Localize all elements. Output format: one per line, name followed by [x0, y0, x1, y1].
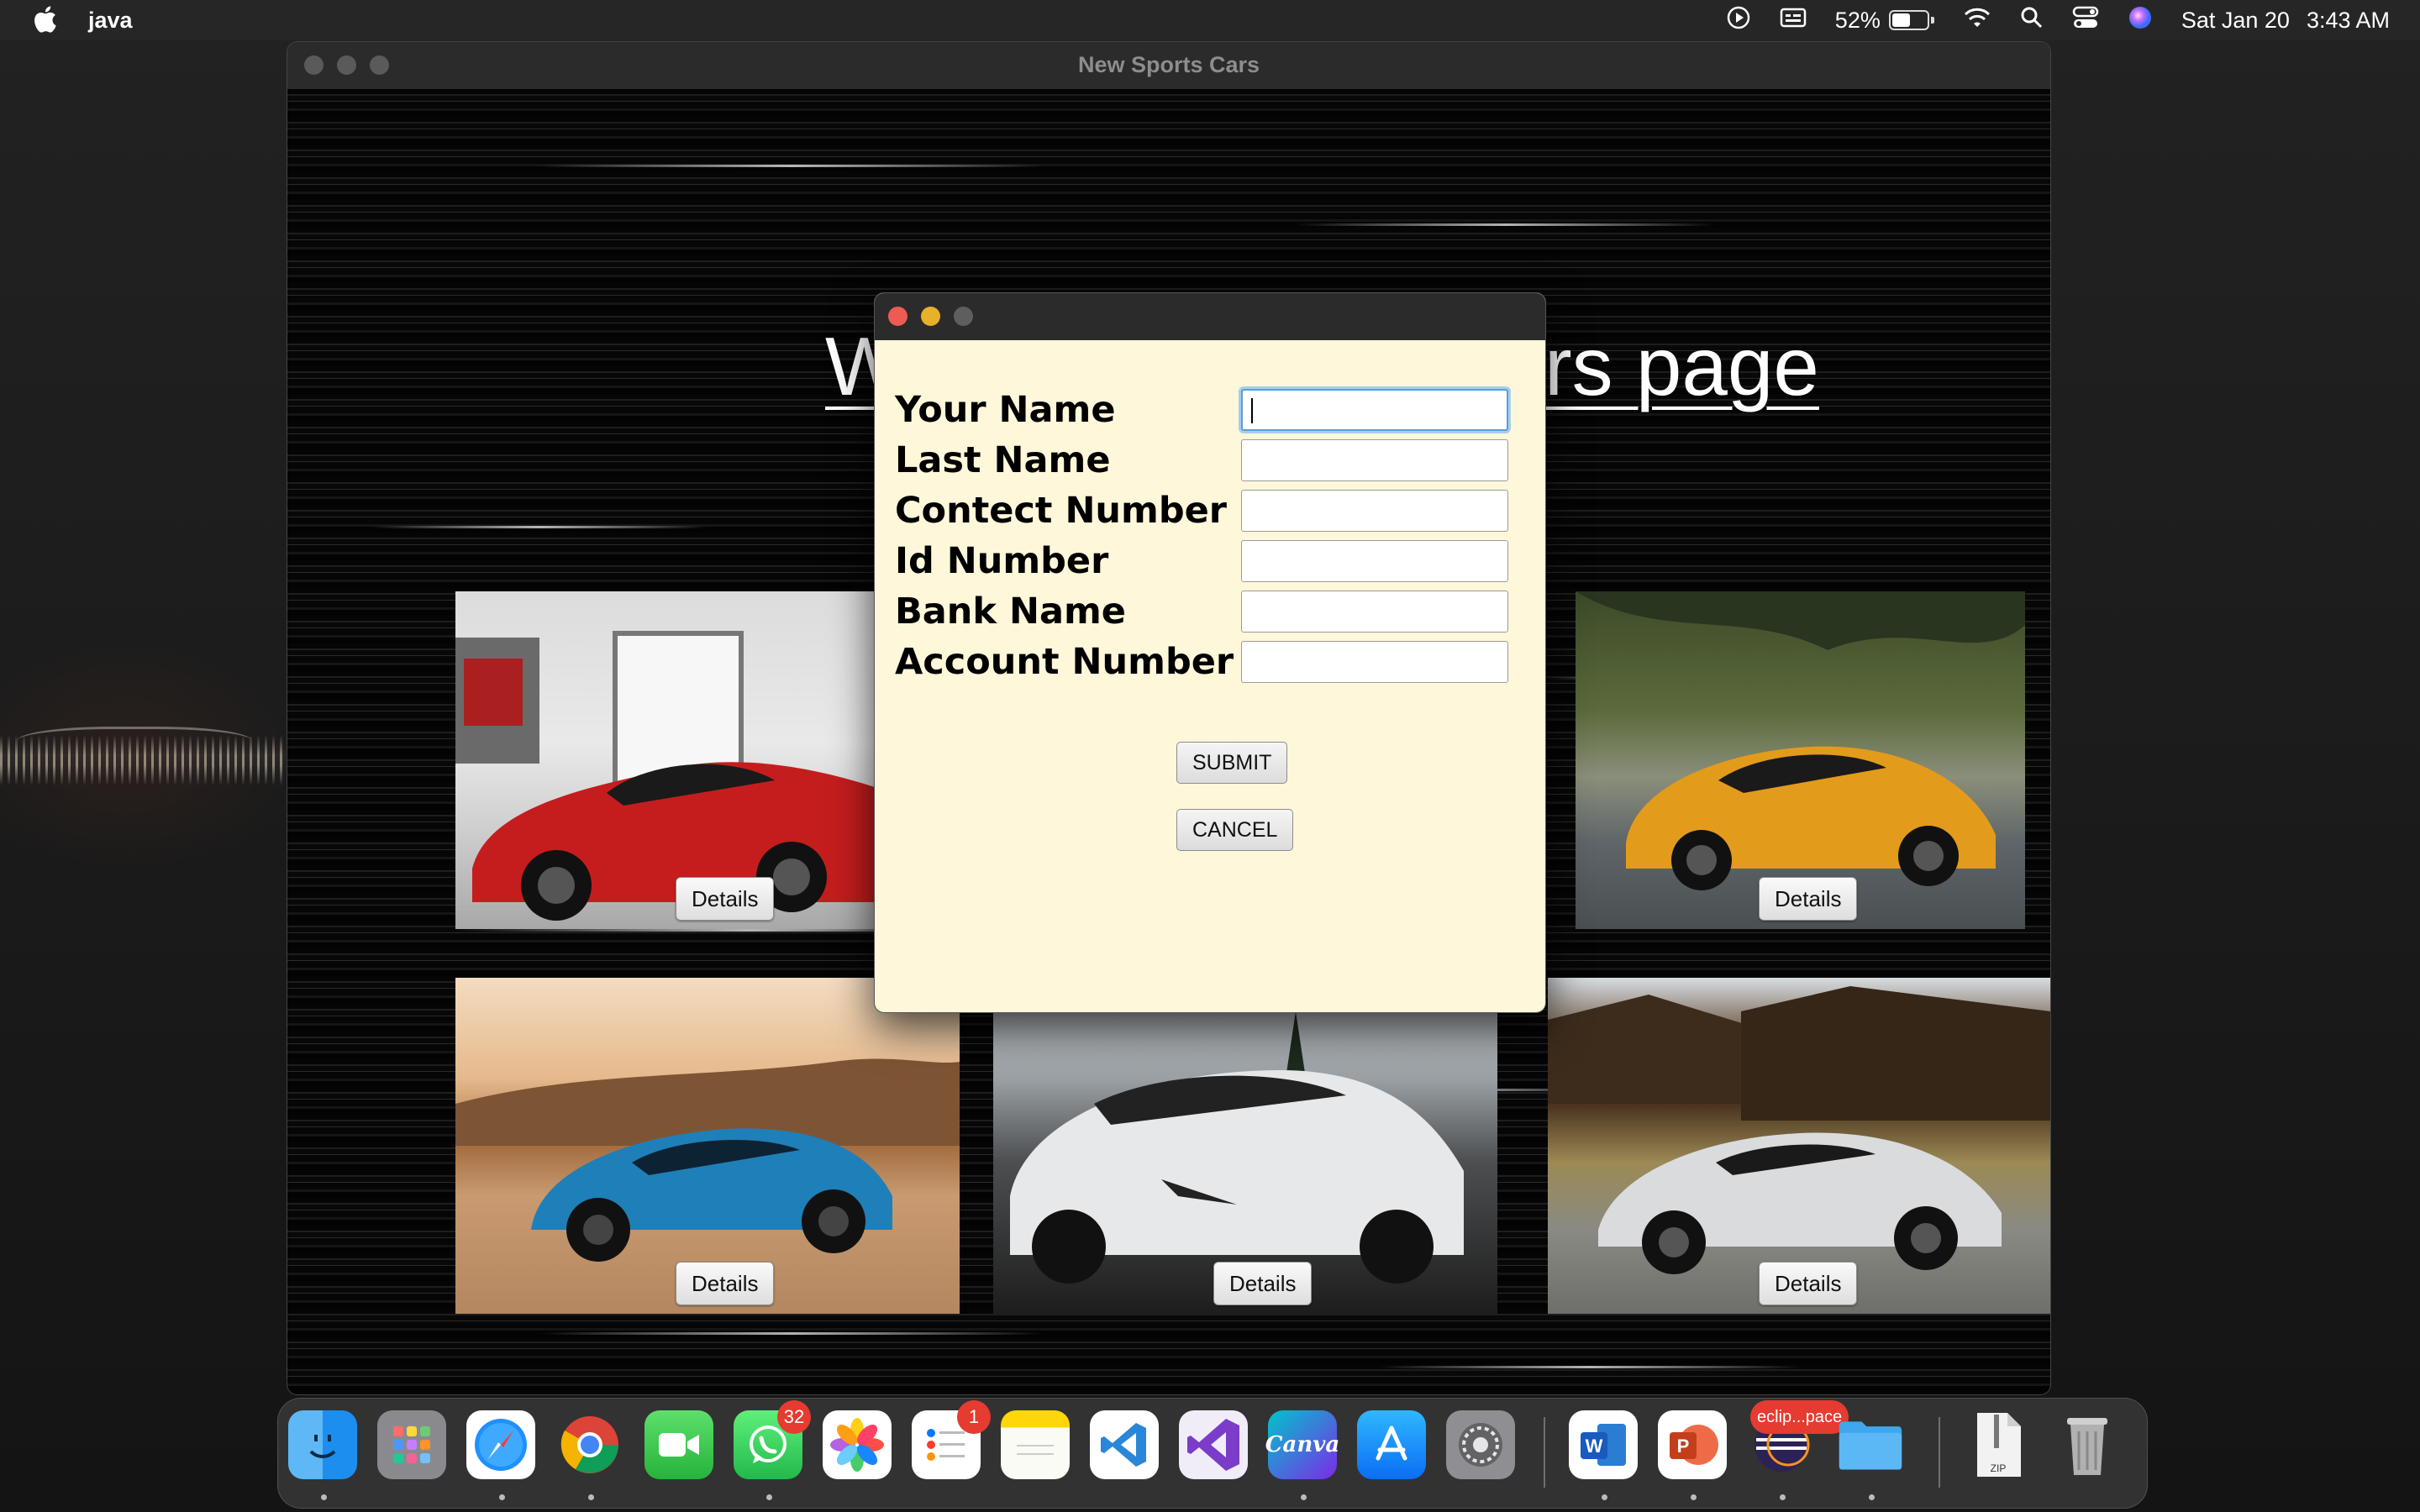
search-icon[interactable] — [2020, 6, 2044, 35]
contact-number-label: Contect Number — [895, 490, 1227, 532]
car-card-white: Details — [993, 978, 1497, 1314]
battery-level — [1891, 13, 1910, 27]
last-name-input[interactable] — [1241, 439, 1508, 481]
dock: 32 1 Canva W P eclip...pace ZIP — [277, 1398, 2148, 1509]
form-row-account-number: Account Number — [895, 641, 1508, 683]
form-row-contact-number: Contect Number — [895, 490, 1508, 532]
chrome-icon[interactable] — [555, 1410, 624, 1479]
vscode-icon[interactable] — [1090, 1410, 1159, 1479]
battery-percent: 52% — [1834, 7, 1881, 33]
powerpoint-icon[interactable]: P — [1658, 1410, 1727, 1479]
safari-icon[interactable] — [466, 1410, 535, 1479]
text-caret — [1251, 398, 1253, 423]
id-number-input[interactable] — [1241, 540, 1508, 582]
bank-name-label: Bank Name — [895, 591, 1126, 633]
reminders-badge: 1 — [957, 1400, 991, 1434]
finder-icon[interactable] — [288, 1410, 357, 1479]
id-number-label: Id Number — [895, 540, 1109, 582]
account-number-input[interactable] — [1241, 641, 1508, 683]
svg-text:W: W — [1586, 1436, 1603, 1457]
play-circle-icon[interactable] — [1726, 5, 1751, 36]
contact-number-input[interactable] — [1241, 490, 1508, 532]
city-lights — [0, 735, 286, 785]
cancel-button[interactable]: CANCEL — [1176, 809, 1294, 851]
bank-name-input[interactable] — [1241, 591, 1508, 633]
dialog-close-button[interactable] — [888, 307, 908, 326]
trash-icon[interactable] — [2053, 1410, 2122, 1479]
launchpad-icon[interactable] — [377, 1410, 446, 1479]
details-button-red[interactable]: Details — [676, 877, 775, 921]
dialog-window-controls — [888, 307, 973, 326]
app-store-icon[interactable] — [1357, 1410, 1426, 1479]
zip-label: ZIP — [1990, 1462, 2007, 1474]
visual-studio-icon[interactable] — [1179, 1410, 1248, 1479]
submit-button[interactable]: SUBMIT — [1176, 742, 1288, 784]
form-row-your-name: Your Name — [895, 389, 1508, 431]
details-button-white[interactable]: Details — [1213, 1262, 1313, 1305]
facetime-icon[interactable] — [644, 1410, 713, 1479]
account-number-label: Account Number — [895, 641, 1234, 683]
registration-dialog: Your Name Last Name Contect Number Id Nu… — [874, 292, 1546, 1013]
dialog-zoom-button[interactable] — [954, 307, 973, 326]
canva-icon[interactable]: Canva — [1265, 1410, 1339, 1479]
car-card-red: Details — [455, 591, 892, 929]
your-name-input[interactable] — [1241, 389, 1508, 431]
form-row-bank-name: Bank Name — [895, 591, 1508, 633]
folder-icon[interactable] — [1836, 1410, 1905, 1479]
form-row-last-name: Last Name — [895, 439, 1508, 481]
car-card-blue: Details — [455, 978, 960, 1314]
control-center-icon[interactable] — [2072, 6, 2099, 35]
eclipse-label: eclip...pace — [1750, 1400, 1849, 1434]
apple-logo-icon[interactable] — [32, 5, 57, 40]
red-supercar-image — [455, 591, 892, 929]
photos-icon[interactable] — [823, 1410, 892, 1479]
car-card-silver: Details — [1548, 978, 2050, 1314]
menu-date[interactable]: Sat Jan 20 — [2181, 8, 2290, 34]
dialog-minimize-button[interactable] — [921, 307, 940, 326]
details-button-orange[interactable]: Details — [1759, 877, 1858, 921]
menu-bar: java 52% Sat Jan 20 3:43 AM — [0, 0, 2420, 40]
last-name-label: Last Name — [895, 439, 1111, 481]
keyboard-brightness-icon[interactable] — [1780, 7, 1807, 34]
notes-icon[interactable] — [1001, 1410, 1070, 1479]
battery-status[interactable]: 52% — [1835, 8, 1934, 34]
form-row-id-number: Id Number — [895, 540, 1508, 582]
word-icon[interactable]: W — [1569, 1410, 1638, 1479]
your-name-label: Your Name — [895, 389, 1116, 431]
zip-file-icon[interactable]: ZIP — [1964, 1410, 2033, 1479]
whatsapp-badge: 32 — [777, 1400, 811, 1434]
wifi-icon[interactable] — [1963, 7, 1991, 34]
window-titlebar[interactable]: New Sports Cars — [287, 42, 2050, 90]
details-button-blue[interactable]: Details — [676, 1262, 775, 1305]
siri-icon[interactable] — [2128, 5, 2153, 36]
dialog-titlebar[interactable] — [875, 293, 1545, 340]
details-button-silver[interactable]: Details — [1759, 1262, 1858, 1305]
svg-text:P: P — [1677, 1436, 1690, 1457]
menu-time[interactable]: 3:43 AM — [2307, 8, 2390, 34]
system-settings-icon[interactable] — [1446, 1410, 1515, 1479]
window-title: New Sports Cars — [1077, 52, 1260, 77]
car-card-orange: Details — [1576, 591, 2025, 929]
battery-icon — [1888, 10, 1929, 30]
menu-app-name[interactable]: java — [88, 8, 133, 34]
